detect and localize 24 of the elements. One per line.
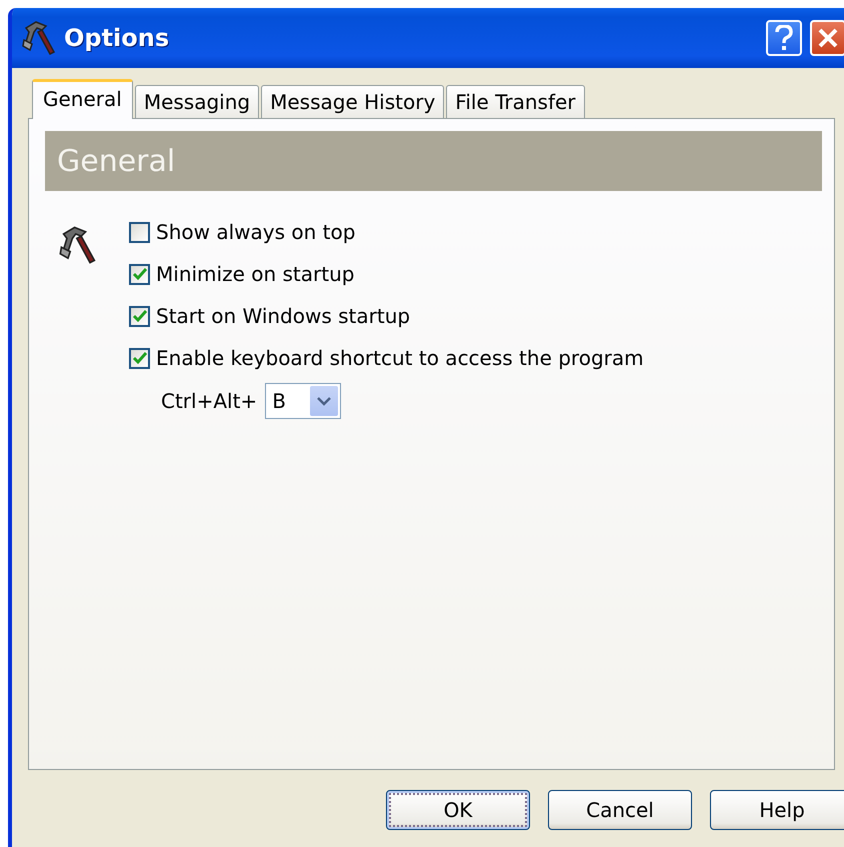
tab[interactable]: Message History xyxy=(261,85,444,118)
checkbox[interactable] xyxy=(129,306,150,326)
checkbox[interactable] xyxy=(129,222,150,242)
checkbox-label: Enable keyboard shortcut to access the program xyxy=(156,346,644,370)
checkbox-label: Minimize on startup xyxy=(156,262,354,286)
window-title: Options xyxy=(64,24,170,52)
close-button[interactable] xyxy=(810,20,844,56)
checkbox[interactable] xyxy=(129,348,150,368)
checkbox-label: Show always on top xyxy=(156,220,356,244)
tab[interactable]: General xyxy=(32,79,133,119)
key-dropdown[interactable]: B xyxy=(265,383,342,419)
tab[interactable]: File Transfer xyxy=(446,85,585,118)
help-button[interactable] xyxy=(766,20,802,56)
dialog-button[interactable]: OK xyxy=(386,790,530,830)
checkbox-label: Start on Windows startup xyxy=(156,304,410,328)
checkbox[interactable] xyxy=(129,264,150,284)
shortcut-label: Ctrl+Alt+ xyxy=(161,389,258,413)
dialog-button[interactable]: Cancel xyxy=(548,790,692,830)
section-header: General xyxy=(45,131,822,191)
dialog-button[interactable]: Help xyxy=(710,790,844,830)
close-icon xyxy=(817,27,839,49)
question-mark-icon xyxy=(774,25,794,51)
chevron-down-icon xyxy=(317,396,332,406)
tab[interactable]: Messaging xyxy=(134,85,260,118)
